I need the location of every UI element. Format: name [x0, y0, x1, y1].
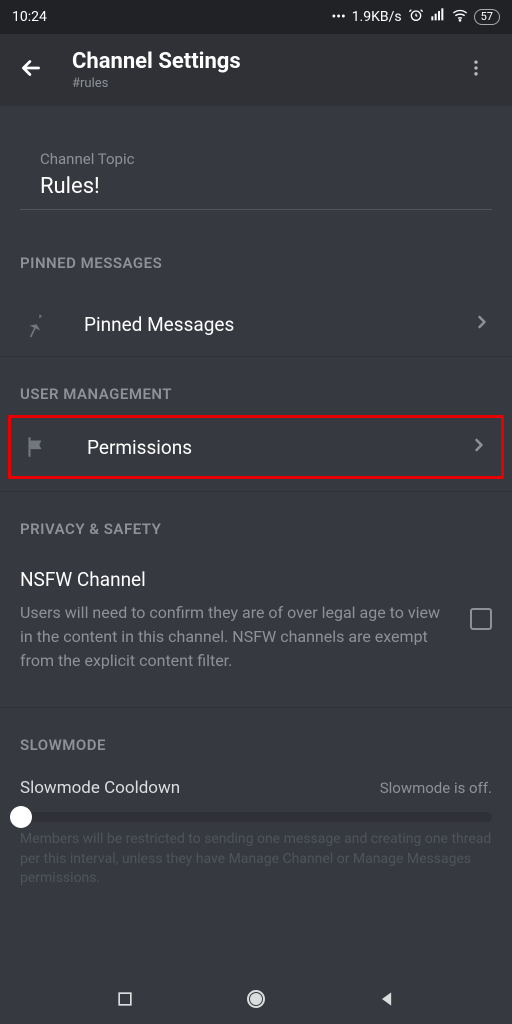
signal-icon	[430, 7, 446, 27]
chevron-right-icon	[472, 312, 492, 336]
nsfw-checkbox[interactable]	[470, 608, 492, 630]
status-netspeed: 1.9KB/s	[352, 9, 402, 25]
home-button[interactable]	[244, 987, 268, 1015]
chevron-right-icon	[469, 435, 489, 459]
channel-topic-value: Rules!	[40, 174, 492, 209]
alarm-icon	[408, 7, 424, 27]
pinned-messages-item[interactable]: Pinned Messages	[0, 292, 512, 356]
back-button[interactable]	[18, 55, 44, 85]
pin-icon	[20, 310, 68, 338]
more-options-button[interactable]	[458, 50, 494, 90]
slowmode-status: Slowmode is off.	[380, 779, 492, 797]
status-right: ••• 1.9KB/s 57	[332, 7, 500, 27]
channel-topic-label: Channel Topic	[40, 150, 492, 168]
wifi-icon	[452, 7, 468, 27]
pinned-messages-label: Pinned Messages	[84, 313, 472, 336]
slowmode-description: Members will be restricted to sending on…	[0, 830, 512, 889]
channel-topic-field[interactable]: Channel Topic Rules!	[0, 106, 512, 226]
slider-thumb[interactable]	[10, 806, 32, 828]
section-header-pinned: PINNED MESSAGES	[0, 226, 512, 284]
section-header-user-mgmt: USER MANAGEMENT	[0, 357, 512, 415]
flag-icon	[23, 434, 71, 460]
header-titles: Channel Settings #rules	[72, 49, 458, 91]
slowmode-title: Slowmode Cooldown	[20, 778, 180, 798]
android-nav-bar	[0, 978, 512, 1024]
divider	[20, 209, 492, 210]
status-dots: •••	[332, 9, 346, 25]
page-title: Channel Settings	[72, 49, 458, 74]
slowmode-cooldown-item: Slowmode Cooldown Slowmode is off.	[0, 766, 512, 822]
status-bar: 10:24 ••• 1.9KB/s 57	[0, 0, 512, 34]
nsfw-title: NSFW Channel	[20, 568, 450, 591]
permissions-item[interactable]: Permissions	[8, 415, 504, 479]
recent-apps-button[interactable]	[115, 989, 135, 1013]
status-time: 10:24	[12, 9, 47, 25]
content: Channel Topic Rules! PINNED MESSAGES Pin…	[0, 106, 512, 889]
app-header: Channel Settings #rules	[0, 34, 512, 106]
section-header-privacy: PRIVACY & SAFETY	[0, 492, 512, 550]
slowmode-slider[interactable]	[20, 812, 492, 822]
section-header-slowmode: SLOWMODE	[0, 708, 512, 766]
nsfw-description: Users will need to confirm they are of o…	[20, 601, 450, 673]
back-nav-button[interactable]	[377, 989, 397, 1013]
page-subtitle: #rules	[72, 76, 458, 91]
nsfw-channel-item[interactable]: NSFW Channel Users will need to confirm …	[0, 550, 512, 691]
permissions-label: Permissions	[87, 436, 469, 459]
battery-indicator: 57	[474, 9, 500, 25]
